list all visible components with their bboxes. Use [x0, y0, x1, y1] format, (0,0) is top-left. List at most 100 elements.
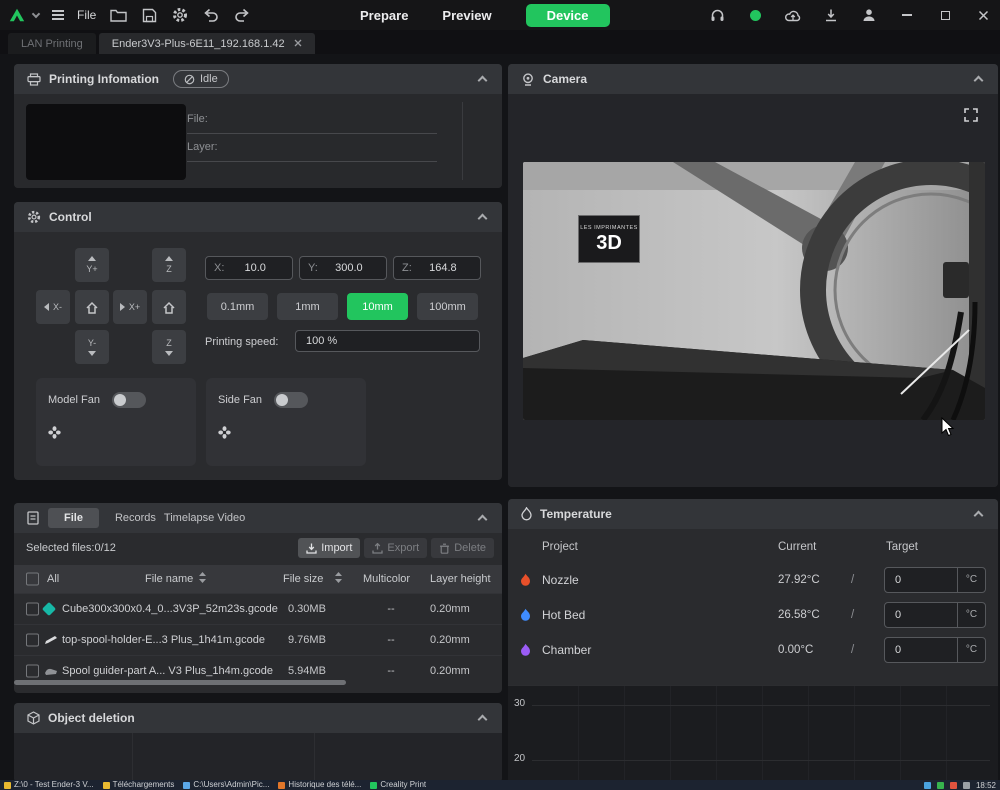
file-value-underline [187, 133, 437, 134]
jog-z-label: Z [166, 338, 172, 348]
object-deletion-panel: Object deletion [14, 703, 502, 782]
y-position-input[interactable]: Y: 300.0 [299, 256, 387, 280]
tray-icon[interactable] [963, 782, 970, 789]
taskbar-item-label: C:\Users\Admin\Pic... [193, 780, 269, 790]
horizontal-scrollbar[interactable] [14, 680, 346, 685]
y-label: Y: [300, 262, 318, 274]
camera-sign-overlay: LES IMPRIMANTES 3D [578, 215, 640, 263]
tab-timelapse-video[interactable]: Timelapse Video [164, 512, 245, 524]
select-all-checkbox[interactable] [26, 573, 39, 586]
jog-z-down-button[interactable]: Z [152, 330, 186, 364]
model-fan-card: Model Fan [36, 378, 196, 466]
tab-lan-printing[interactable]: LAN Printing [8, 33, 96, 54]
step-10mm-button[interactable]: 10mm [347, 293, 408, 320]
layer-value-underline [187, 161, 437, 162]
step-1mm-button[interactable]: 1mm [277, 293, 338, 320]
target-unit: °C [957, 568, 985, 592]
jog-x-plus-button[interactable]: X+ [113, 290, 147, 324]
taskbar-item[interactable]: Historique des télé... [278, 780, 361, 790]
tray-icon[interactable] [950, 782, 957, 789]
tab-preview[interactable]: Preview [442, 8, 491, 23]
fullscreen-icon[interactable] [964, 108, 978, 127]
camera-title: Camera [543, 72, 587, 86]
target-value: 0 [885, 609, 957, 621]
file-menu[interactable]: File [77, 8, 96, 22]
collapse-chevron-icon[interactable] [478, 214, 488, 224]
collapse-chevron-icon[interactable] [974, 511, 984, 521]
sort-name-icon[interactable] [199, 572, 206, 586]
col-multicolor: Multicolor [363, 573, 410, 585]
download-icon[interactable] [822, 6, 840, 24]
tab-file[interactable]: File [48, 508, 99, 528]
redo-icon[interactable] [233, 6, 251, 24]
taskbar-item-label: Téléchargements [113, 780, 175, 790]
arrow-down-icon [88, 351, 96, 356]
hotbed-target-input[interactable]: 0 °C [884, 602, 986, 628]
taskbar-item[interactable]: Téléchargements [103, 780, 175, 790]
file-table-header: All File name File size Multicolor Layer… [14, 565, 502, 593]
home-z-button[interactable] [152, 290, 186, 324]
step-0p1mm-button[interactable]: 0.1mm [207, 293, 268, 320]
tab-device[interactable]: Device [526, 4, 610, 27]
printing-speed-input[interactable]: 100 % [295, 330, 480, 352]
open-folder-icon[interactable] [109, 6, 127, 24]
tab-printer-device[interactable]: Ender3V3-Plus-6E11_192.168.1.42 [99, 33, 315, 54]
menu-icon[interactable] [52, 8, 64, 22]
col-file-name[interactable]: File name [145, 573, 193, 585]
collapse-chevron-icon[interactable] [478, 515, 488, 525]
side-fan-toggle[interactable] [274, 392, 308, 408]
row-checkbox[interactable] [26, 603, 39, 616]
z-position-input[interactable]: Z: 164.8 [393, 256, 481, 280]
jog-y-plus-button[interactable]: Y+ [75, 248, 109, 282]
import-button[interactable]: Import [298, 538, 360, 558]
taskbar-item[interactable]: C:\Users\Admin\Pic... [183, 780, 269, 790]
jog-y-minus-button[interactable]: Y- [75, 330, 109, 364]
maximize-button[interactable] [936, 6, 954, 24]
taskbar-item[interactable]: Creality Print [370, 780, 426, 790]
cloud-upload-icon[interactable] [784, 6, 802, 24]
x-position-input[interactable]: X: 10.0 [205, 256, 293, 280]
control-gear-icon [26, 210, 41, 225]
sort-size-icon[interactable] [335, 572, 342, 586]
printing-information-panel: Printing Infomation Idle File: Layer: [14, 64, 502, 188]
collapse-chevron-icon[interactable] [478, 715, 488, 725]
home-xy-button[interactable] [75, 290, 109, 324]
creality-logo-icon[interactable] [8, 6, 26, 24]
nozzle-target-input[interactable]: 0 °C [884, 567, 986, 593]
close-tab-icon[interactable] [294, 38, 302, 50]
delete-button[interactable]: Delete [431, 538, 494, 558]
model-fan-toggle[interactable] [112, 392, 146, 408]
taskbar-item[interactable]: Z:\0 - Test Ender-3 V... [4, 780, 94, 790]
file-row[interactable]: Cube300x300x0.4_0...3V3P_52m23s.gcode 0.… [14, 593, 502, 624]
tab-prepare[interactable]: Prepare [360, 8, 408, 23]
minimize-button[interactable] [898, 6, 916, 24]
taskbar-clock[interactable]: 18:52 [976, 781, 996, 790]
temp-slash: / [851, 574, 854, 586]
collapse-chevron-icon[interactable] [974, 76, 984, 86]
jog-x-minus-button[interactable]: X- [36, 290, 70, 324]
printing-speed-label: Printing speed: [205, 336, 278, 348]
settings-gear-icon[interactable] [171, 6, 189, 24]
undo-icon[interactable] [202, 6, 220, 24]
tray-icon[interactable] [937, 782, 944, 789]
collapse-chevron-icon[interactable] [478, 76, 488, 86]
step-100mm-button[interactable]: 100mm [417, 293, 478, 320]
user-account-icon[interactable] [860, 6, 878, 24]
temp-slash: / [851, 644, 854, 656]
row-checkbox[interactable] [26, 634, 39, 647]
tab-records[interactable]: Records [115, 512, 156, 524]
file-row[interactable]: top-spool-holder-E...3 Plus_1h41m.gcode … [14, 624, 502, 655]
sign-big-text: 3D [596, 233, 622, 253]
export-button[interactable]: Export [364, 538, 427, 558]
filament-status-icon[interactable] [746, 6, 764, 24]
row-checkbox[interactable] [26, 665, 39, 678]
save-icon[interactable] [140, 6, 158, 24]
file-size: 0.30MB [288, 603, 326, 615]
support-headset-icon[interactable] [708, 6, 726, 24]
jog-z-up-button[interactable]: Z [152, 248, 186, 282]
col-file-size[interactable]: File size [283, 573, 323, 585]
tray-icon[interactable] [924, 782, 931, 789]
chamber-target-input[interactable]: 0 °C [884, 637, 986, 663]
close-button[interactable] [974, 6, 992, 24]
chevron-down-icon[interactable] [32, 10, 40, 18]
